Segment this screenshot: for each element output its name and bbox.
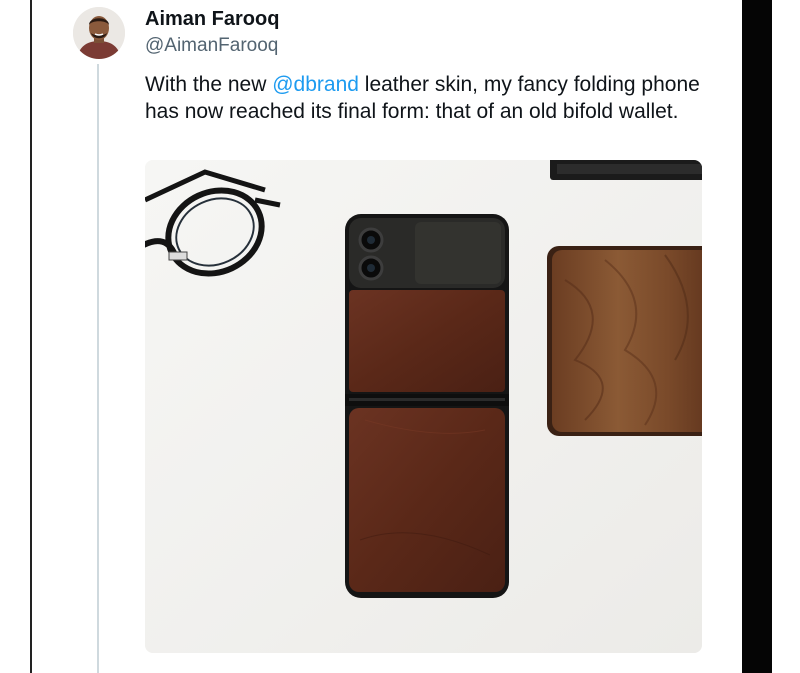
black-box	[550, 160, 702, 180]
wood-case	[547, 246, 702, 436]
thread-connector-line	[97, 64, 99, 673]
photo-image	[145, 160, 702, 653]
avatar[interactable]	[73, 7, 125, 59]
window-right-edge	[742, 0, 772, 673]
avatar-image	[73, 7, 125, 59]
folding-phone	[345, 214, 509, 598]
window-left-border	[30, 0, 32, 673]
tweet-photo[interactable]	[145, 160, 702, 653]
author-handle[interactable]: @AimanFarooq	[145, 35, 278, 57]
tweet-text: With the new @dbrand leather skin, my fa…	[145, 71, 705, 125]
mention-link[interactable]: @dbrand	[272, 73, 359, 96]
author-name[interactable]: Aiman Farooq	[145, 7, 279, 31]
window-right-background	[772, 0, 800, 673]
tweet-text-start: With the new	[145, 73, 273, 96]
